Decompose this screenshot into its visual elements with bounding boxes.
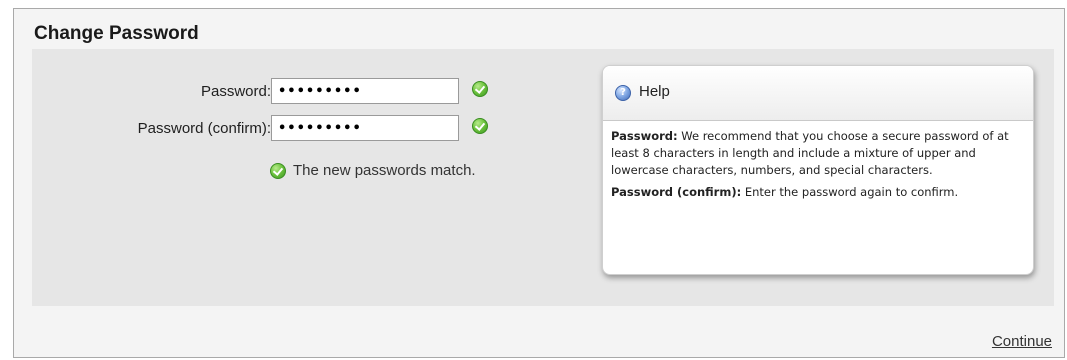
help-box: ? Help Password: We recommend that you c… xyxy=(602,65,1034,275)
help-item-password: Password: We recommend that you choose a… xyxy=(611,128,1025,179)
help-item-password-confirm: Password (confirm): Enter the password a… xyxy=(611,184,1025,201)
password-confirm-label: Password (confirm): xyxy=(137,120,271,137)
help-term: Password: xyxy=(611,129,678,143)
password-confirm-field[interactable] xyxy=(271,115,459,141)
help-term: Password (confirm): xyxy=(611,185,742,199)
match-message: The new passwords match. xyxy=(293,162,476,179)
change-password-dialog: Change Password Password: Password (conf… xyxy=(13,8,1065,358)
help-title: Help xyxy=(639,83,670,100)
password-field[interactable] xyxy=(271,78,459,104)
help-header: ? Help xyxy=(603,66,1033,121)
check-circle-icon xyxy=(472,81,488,97)
check-circle-icon xyxy=(270,163,286,179)
continue-link[interactable]: Continue xyxy=(992,333,1052,350)
help-text: Enter the password again to confirm. xyxy=(741,185,959,199)
password-label: Password: xyxy=(200,83,271,100)
page-title: Change Password xyxy=(34,23,199,44)
check-circle-icon xyxy=(472,118,488,134)
help-body: Password: We recommend that you choose a… xyxy=(611,128,1025,206)
info-icon: ? xyxy=(615,85,631,101)
